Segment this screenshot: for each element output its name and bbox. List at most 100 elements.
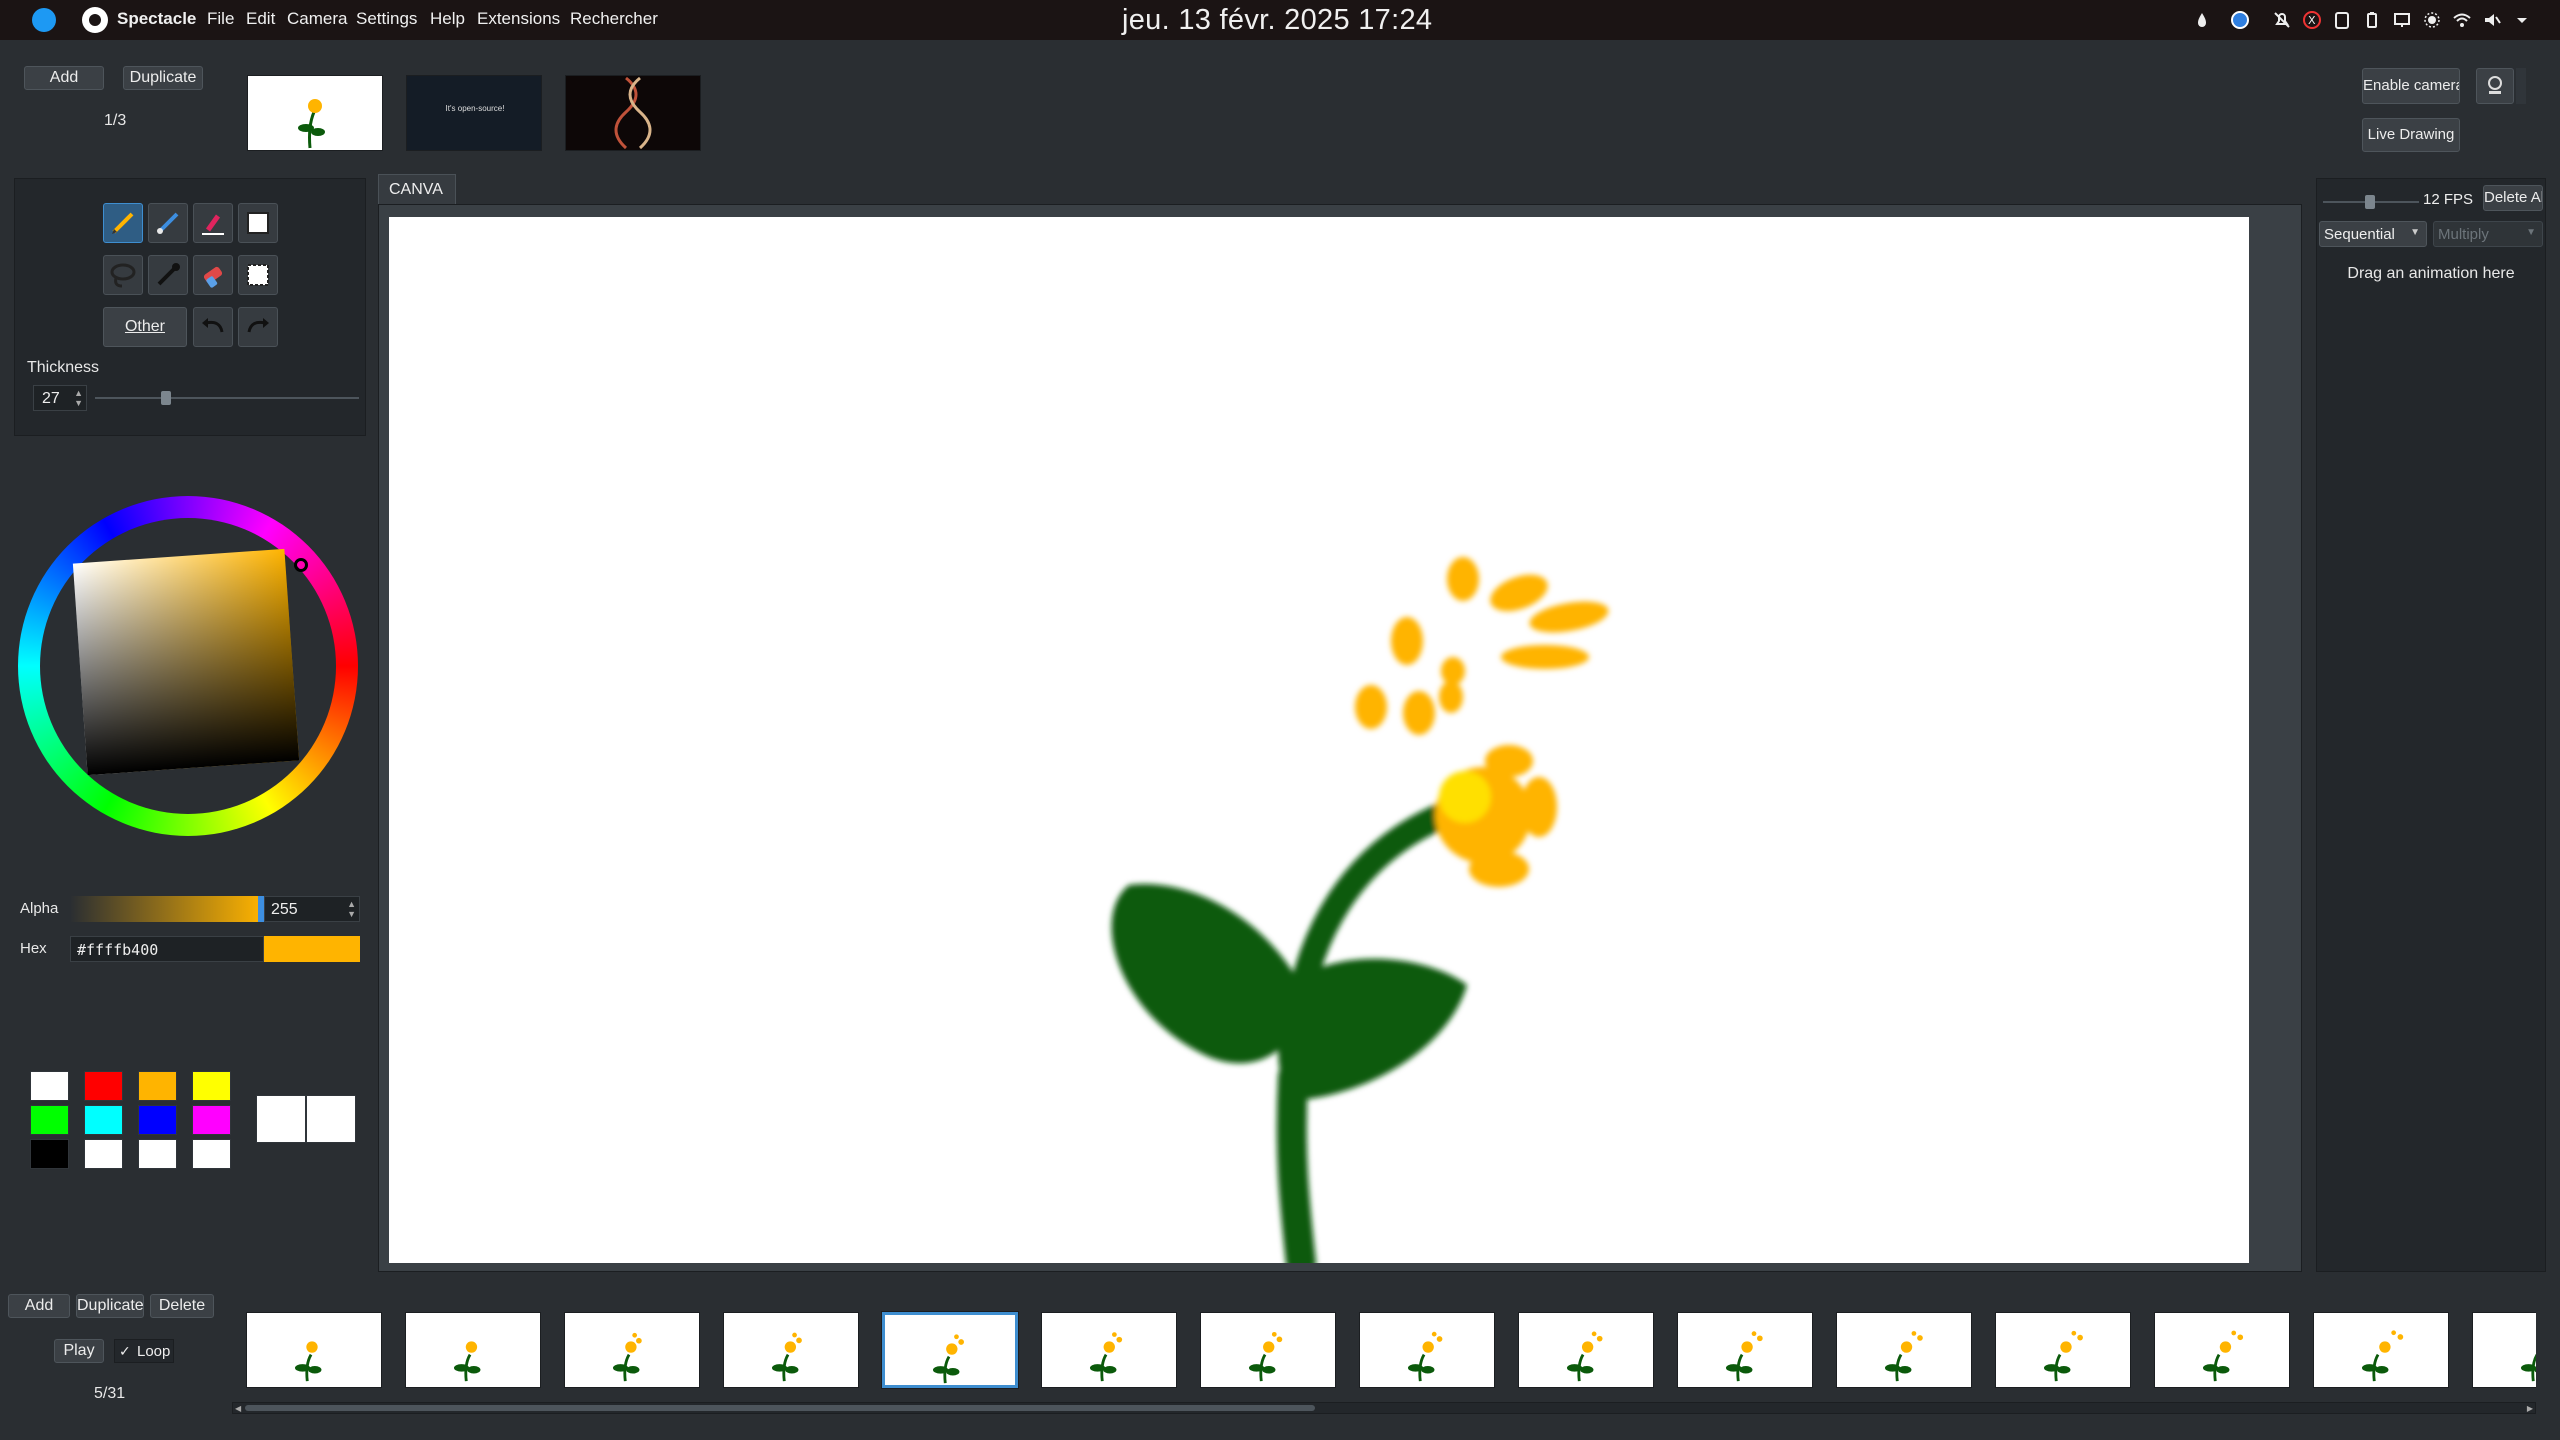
select-tool-button[interactable] bbox=[238, 255, 278, 295]
frame-thumbnail[interactable] bbox=[1518, 1312, 1654, 1388]
palette-swatch[interactable] bbox=[192, 1105, 231, 1135]
volume-icon[interactable] bbox=[2482, 10, 2502, 30]
palette-swatch[interactable] bbox=[192, 1139, 231, 1169]
frame-thumbnail[interactable] bbox=[2313, 1312, 2449, 1388]
menu-extensions[interactable]: Extensions bbox=[477, 9, 560, 29]
alpha-spinbox[interactable]: 255 ▲ ▼ bbox=[264, 896, 360, 922]
lasso-tool-button[interactable] bbox=[103, 255, 143, 295]
delete-frame-button[interactable]: Delete bbox=[150, 1294, 214, 1318]
current-color-preview bbox=[264, 936, 360, 962]
camera-dropdown-button[interactable] bbox=[2516, 68, 2526, 104]
selection-icon bbox=[247, 264, 269, 286]
mode-select[interactable]: Sequential ▼ bbox=[2319, 221, 2427, 247]
frame-thumbnail[interactable] bbox=[2472, 1312, 2536, 1388]
scrollbar-thumb[interactable] bbox=[245, 1405, 1315, 1411]
palette-swatch[interactable] bbox=[30, 1071, 69, 1101]
alpha-slider[interactable] bbox=[70, 896, 266, 922]
pencil-tool-button[interactable] bbox=[103, 203, 143, 243]
drawing-canvas[interactable] bbox=[389, 217, 2249, 1278]
display-icon[interactable] bbox=[2392, 10, 2412, 30]
thickness-slider-track[interactable] bbox=[95, 397, 359, 399]
rectangle-tool-button[interactable] bbox=[238, 203, 278, 243]
kde-launcher-icon[interactable] bbox=[32, 8, 56, 32]
menu-settings[interactable]: Settings bbox=[356, 9, 417, 29]
marker-tool-button[interactable] bbox=[193, 203, 233, 243]
color-picker-tool-button[interactable] bbox=[148, 255, 188, 295]
right-arrow-icon[interactable]: ▶ bbox=[2527, 1404, 2533, 1413]
thickness-spinbox[interactable]: 27 ▲ ▼ bbox=[33, 385, 87, 411]
palette-swatch[interactable] bbox=[84, 1105, 123, 1135]
add-frame-button[interactable]: Add bbox=[8, 1294, 70, 1318]
hex-input[interactable]: #ffffb400 bbox=[70, 936, 264, 962]
delete-all-button[interactable]: Delete All bbox=[2483, 185, 2543, 211]
saturation-value-square[interactable] bbox=[72, 548, 300, 776]
fps-slider-handle[interactable] bbox=[2365, 195, 2375, 209]
palette-swatch[interactable] bbox=[138, 1071, 177, 1101]
frame-thumbnail[interactable] bbox=[405, 1312, 541, 1388]
camera-settings-button[interactable] bbox=[2476, 68, 2514, 104]
menu-camera[interactable]: Camera bbox=[287, 9, 347, 29]
live-drawing-button[interactable]: Live Drawing bbox=[2362, 118, 2460, 152]
palette-swatch[interactable] bbox=[84, 1071, 123, 1101]
spin-arrows-icon[interactable]: ▲ ▼ bbox=[347, 899, 356, 919]
enable-camera-button[interactable]: Enable camera bbox=[2362, 68, 2460, 104]
duplicate-frame-button[interactable]: Duplicate bbox=[76, 1294, 144, 1318]
other-tools-button[interactable]: Other bbox=[103, 307, 187, 347]
menu-help[interactable]: Help bbox=[430, 9, 465, 29]
frame-thumbnail[interactable] bbox=[1359, 1312, 1495, 1388]
system-clock[interactable]: jeu. 13 févr. 2025 17:24 bbox=[1122, 4, 1432, 37]
record-icon[interactable]: X bbox=[2302, 10, 2322, 30]
redo-button[interactable] bbox=[238, 307, 278, 347]
frame-thumbnail[interactable] bbox=[1200, 1312, 1336, 1388]
frame-thumbnail[interactable] bbox=[882, 1312, 1018, 1388]
frame-thumbnail[interactable] bbox=[1995, 1312, 2131, 1388]
undo-button[interactable] bbox=[193, 307, 233, 347]
frame-strip-scrollbar[interactable]: ◀ ▶ bbox=[232, 1402, 2536, 1414]
droplet-icon[interactable] bbox=[2192, 10, 2212, 30]
frame-thumbnail[interactable] bbox=[2154, 1312, 2290, 1388]
add-scene-button[interactable]: Add bbox=[24, 66, 104, 90]
brightness-icon[interactable] bbox=[2422, 10, 2442, 30]
frame-thumbnail[interactable] bbox=[564, 1312, 700, 1388]
scene-thumbnail[interactable] bbox=[247, 75, 383, 151]
eraser-tool-button[interactable] bbox=[193, 255, 233, 295]
wifi-icon[interactable] bbox=[2452, 10, 2472, 30]
flower-thumbnail-icon bbox=[612, 1332, 642, 1382]
scene-counter: 1/3 bbox=[104, 112, 127, 129]
menu-edit[interactable]: Edit bbox=[246, 9, 275, 29]
scene-thumbnail[interactable]: It's open-source! bbox=[406, 75, 542, 151]
secondary-color-well[interactable] bbox=[306, 1095, 356, 1143]
spin-arrows-icon[interactable]: ▲ ▼ bbox=[74, 388, 83, 408]
notifications-muted-icon[interactable] bbox=[2272, 10, 2292, 30]
palette-swatch[interactable] bbox=[138, 1105, 177, 1135]
frame-thumbnail[interactable] bbox=[723, 1312, 859, 1388]
blend-select[interactable]: Multiply ▼ bbox=[2433, 221, 2543, 247]
palette-swatch[interactable] bbox=[138, 1139, 177, 1169]
chevron-down-icon[interactable] bbox=[2512, 10, 2532, 30]
palette-swatch[interactable] bbox=[84, 1139, 123, 1169]
palette-swatch[interactable] bbox=[192, 1071, 231, 1101]
flower-thumbnail-icon bbox=[2202, 1330, 2244, 1382]
frame-thumbnail[interactable] bbox=[1041, 1312, 1177, 1388]
thickness-slider-handle[interactable] bbox=[161, 391, 172, 405]
menu-rechercher[interactable]: Rechercher bbox=[570, 9, 658, 29]
menu-file[interactable]: File bbox=[207, 9, 234, 29]
frame-thumbnail[interactable] bbox=[1836, 1312, 1972, 1388]
play-button[interactable]: Play bbox=[54, 1339, 104, 1363]
clipboard-icon[interactable] bbox=[2332, 10, 2352, 30]
frame-thumbnail[interactable] bbox=[1677, 1312, 1813, 1388]
scene-thumbnail[interactable] bbox=[565, 75, 701, 151]
battery-icon[interactable] bbox=[2362, 10, 2382, 30]
brush-tool-button[interactable] bbox=[148, 203, 188, 243]
left-arrow-icon[interactable]: ◀ bbox=[235, 1404, 241, 1413]
hue-ring-handle[interactable] bbox=[294, 558, 308, 572]
palette-swatch[interactable] bbox=[30, 1139, 69, 1169]
tools-panel: Other Thickness 27 ▲ ▼ bbox=[14, 178, 366, 436]
duplicate-scene-button[interactable]: Duplicate bbox=[123, 66, 203, 90]
status-dot-icon[interactable] bbox=[2230, 10, 2250, 30]
primary-color-well[interactable] bbox=[256, 1095, 306, 1143]
frame-thumbnail[interactable] bbox=[246, 1312, 382, 1388]
canvas-tab[interactable]: CANVA bbox=[378, 174, 456, 204]
loop-checkbox[interactable]: ✓ Loop bbox=[114, 1339, 174, 1363]
palette-swatch[interactable] bbox=[30, 1105, 69, 1135]
